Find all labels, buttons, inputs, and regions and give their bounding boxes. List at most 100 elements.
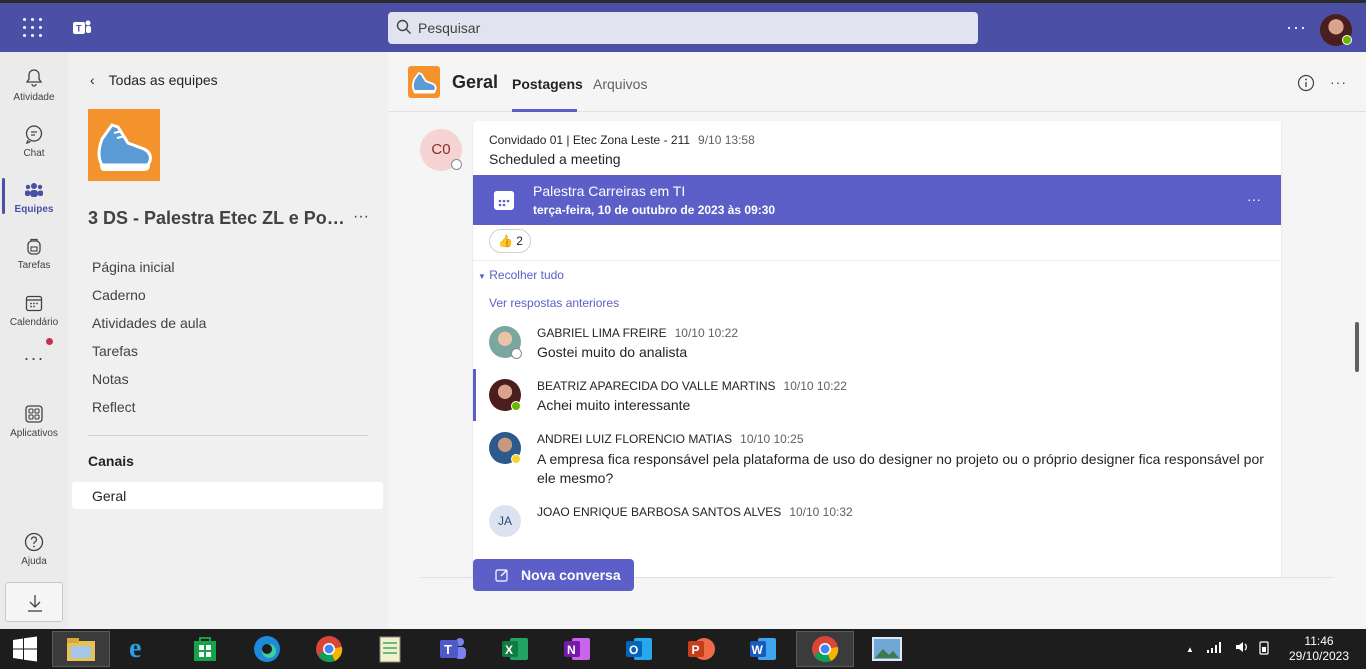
channel-view: Geral Postagens Arquivos ··· C0 Convidad… <box>388 52 1366 629</box>
teams-logo-icon: T <box>71 17 93 39</box>
divider <box>88 435 368 436</box>
taskbar-word[interactable]: W <box>734 631 792 667</box>
meeting-title: Palestra Carreiras em TI <box>533 183 686 199</box>
taskbar-chrome[interactable] <box>300 631 358 667</box>
divider <box>473 260 1281 261</box>
volume-icon[interactable] <box>1235 641 1249 656</box>
search-input[interactable] <box>418 12 958 44</box>
channel-more-button[interactable]: ··· <box>1330 74 1347 90</box>
rail-label: Atividade <box>13 92 55 103</box>
channel-label: Geral <box>92 488 127 504</box>
windows-icon <box>13 636 37 662</box>
battery-icon[interactable] <box>1257 641 1271 658</box>
chrome-icon <box>812 636 839 663</box>
excel-icon: X <box>502 638 528 660</box>
post-meta: Convidado 01 | Etec Zona Leste - 211 9/10… <box>489 133 755 147</box>
calendar-icon <box>25 295 43 312</box>
info-icon[interactable] <box>1297 74 1315 92</box>
team-pane: ‹ Todas as equipes 3 DS - Palestra Etec Z… <box>68 52 388 629</box>
nav-home[interactable]: Página inicial <box>92 259 175 275</box>
rail-assignments[interactable]: Tarefas <box>0 226 68 278</box>
compose-icon <box>495 569 508 582</box>
system-clock[interactable]: 11:46 29/10/2023 <box>1284 634 1354 664</box>
taskbar-powerpoint[interactable]: P <box>672 631 730 667</box>
start-button[interactable] <box>0 631 58 667</box>
collapse-all-button[interactable]: ▼ Recolher tudo <box>478 268 564 282</box>
taskbar-edge[interactable] <box>238 631 296 667</box>
nav-class-activities[interactable]: Atividades de aula <box>92 315 206 331</box>
taskbar-teams[interactable]: T <box>424 631 482 667</box>
title-bar: T ··· <box>0 0 1366 52</box>
rail-help[interactable]: Ajuda <box>0 522 68 574</box>
more-icon: ··· <box>23 348 45 368</box>
avatar <box>489 379 521 411</box>
user-avatar[interactable] <box>1320 14 1352 46</box>
taskbar-store[interactable] <box>176 631 234 667</box>
store-icon <box>194 637 216 661</box>
reply-meta: BEATRIZ APARECIDA DO VALLE MARTINS 10/10 … <box>537 379 847 393</box>
search-box[interactable] <box>388 12 978 44</box>
clock-time: 11:46 <box>1304 634 1334 648</box>
offline-status-icon <box>451 159 462 170</box>
nav-assignments[interactable]: Tarefas <box>92 343 138 359</box>
taskbar-notepad[interactable] <box>362 631 420 667</box>
channel-item-geral[interactable]: Geral <box>72 482 383 509</box>
tab-posts[interactable]: Postagens <box>512 76 583 92</box>
taskbar-chrome-active[interactable] <box>796 631 854 667</box>
tab-files[interactable]: Arquivos <box>593 76 647 92</box>
new-conversation-button[interactable]: Nova conversa <box>473 559 634 591</box>
avatar-initials: JA <box>497 514 512 528</box>
svg-text:O: O <box>629 643 638 657</box>
chrome-icon <box>316 636 343 663</box>
avatar: C0 <box>420 129 462 171</box>
taskbar-photos[interactable] <box>858 631 916 667</box>
download-button[interactable] <box>5 582 63 622</box>
like-reaction[interactable]: 👍 2 <box>489 229 531 253</box>
chat-icon <box>25 125 43 144</box>
taskbar-file-explorer[interactable] <box>52 631 110 667</box>
settings-more-button[interactable]: ··· <box>1286 17 1307 38</box>
back-to-all-teams[interactable]: ‹ Todas as equipes <box>90 72 218 88</box>
notification-dot <box>46 338 53 345</box>
meeting-card[interactable]: Palestra Carreiras em TI terça-feira, 10… <box>473 175 1281 225</box>
nav-reflect[interactable]: Reflect <box>92 399 136 415</box>
rail-calendar[interactable]: Calendário <box>0 283 68 335</box>
team-image <box>88 109 160 181</box>
show-hidden-icons[interactable]: ▲ <box>1186 641 1194 655</box>
network-icon[interactable] <box>1207 641 1223 656</box>
nav-notebook[interactable]: Caderno <box>92 287 146 303</box>
nav-grades[interactable]: Notas <box>92 371 129 387</box>
rail-teams[interactable]: Equipes <box>0 170 68 222</box>
app-launcher-icon[interactable] <box>22 17 44 39</box>
available-status-icon <box>511 401 521 411</box>
reply-time: 10/10 10:25 <box>740 432 804 446</box>
see-older-replies-link[interactable]: Ver respostas anteriores <box>489 296 619 310</box>
taskbar-onenote[interactable]: N <box>548 631 606 667</box>
reply-text: A empresa fica responsável pela platafor… <box>537 451 1264 486</box>
meeting-more-button[interactable]: ··· <box>1247 191 1261 207</box>
svg-text:N: N <box>567 643 576 657</box>
calendar-icon <box>494 191 514 210</box>
taskbar-excel[interactable]: X <box>486 631 544 667</box>
taskbar-internet-explorer[interactable]: e <box>114 631 172 667</box>
rail-label: Chat <box>23 148 45 159</box>
meeting-date: terça-feira, 10 de outubro de 2023 às 09… <box>533 203 776 217</box>
taskbar-outlook[interactable]: O <box>610 631 668 667</box>
svg-text:P: P <box>692 643 700 657</box>
rail-activity[interactable]: Atividade <box>0 58 68 110</box>
scrollbar[interactable] <box>1355 322 1359 372</box>
rail-label: Calendário <box>9 317 59 328</box>
rail-more-apps[interactable]: ··· <box>0 340 68 392</box>
search-icon <box>396 19 411 34</box>
notepad-icon <box>379 636 401 663</box>
rail-apps[interactable]: Aplicativos <box>0 394 68 446</box>
svg-text:T: T <box>444 642 452 657</box>
back-label: Todas as equipes <box>108 72 218 88</box>
rail-chat[interactable]: Chat <box>0 114 68 166</box>
post-card: Convidado 01 | Etec Zona Leste - 211 9/10… <box>473 121 1281 578</box>
caret-down-icon: ▼ <box>478 272 486 281</box>
posts-feed: C0 Convidado 01 | Etec Zona Leste - 211 9… <box>388 113 1366 578</box>
svg-text:T: T <box>76 24 82 34</box>
team-more-button[interactable]: ··· <box>353 208 369 226</box>
reply-author: ANDREI LUIZ FLORENCIO MATIAS <box>537 432 733 446</box>
